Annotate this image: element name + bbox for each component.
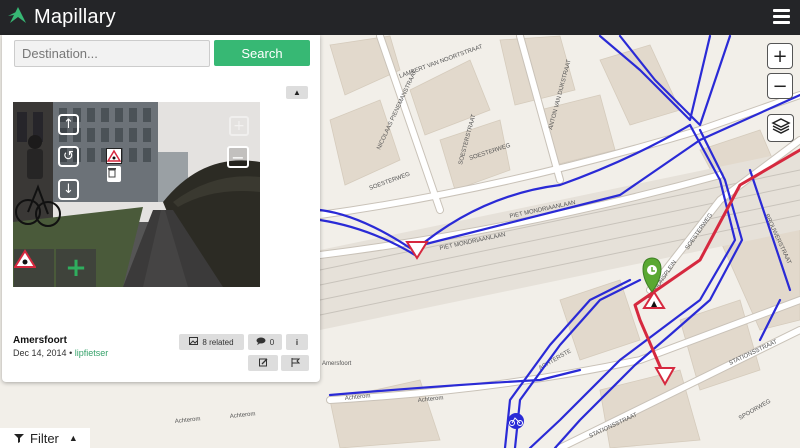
sign-detection-button[interactable] xyxy=(14,249,54,287)
capture-date: Dec 14, 2014 xyxy=(13,348,67,358)
brand[interactable]: Mapillary xyxy=(6,5,116,29)
arrow-up-icon: ↑ xyxy=(63,117,74,132)
location-title: Amersfoort xyxy=(13,335,67,346)
comment-count: 0 xyxy=(269,337,275,347)
top-bar: Mapillary xyxy=(0,0,800,35)
mapillary-logo-icon xyxy=(6,3,30,32)
move-backward-button[interactable]: ↓ xyxy=(58,179,79,200)
edit-button[interactable] xyxy=(248,355,278,371)
move-forward-button[interactable]: ↑ xyxy=(58,114,79,135)
bicycle-icon xyxy=(508,413,524,429)
app-title: Mapillary xyxy=(34,5,116,28)
street-photo-viewer[interactable]: ↑ ↺ ↓ + − + xyxy=(13,102,260,287)
edit-icon xyxy=(258,358,268,369)
info-button[interactable]: i xyxy=(286,334,308,350)
map-street-label: Amersfoort xyxy=(322,361,352,367)
zoom-out-label: − xyxy=(772,75,788,97)
rotate-icon: ↺ xyxy=(63,149,74,164)
image-zoom-in-label: + xyxy=(233,118,245,134)
trash-icon[interactable] xyxy=(107,166,121,182)
filter-label: Filter xyxy=(30,430,59,446)
search-button[interactable]: Search xyxy=(214,40,310,66)
image-zoom-in-button[interactable]: + xyxy=(229,116,249,136)
warning-sign-icon xyxy=(107,149,121,162)
side-panel: Search ▲ xyxy=(2,35,320,382)
detected-sign-box[interactable] xyxy=(106,148,122,164)
add-detection-button[interactable]: + xyxy=(56,249,96,287)
image-zoom-out-label: − xyxy=(231,147,245,167)
warning-sign-icon xyxy=(14,249,36,268)
related-label: 8 related xyxy=(202,337,234,347)
layers-button[interactable] xyxy=(767,114,794,142)
comments-button[interactable]: 0 xyxy=(248,334,282,350)
related-button[interactable]: 8 related xyxy=(179,334,244,350)
meta-separator: • xyxy=(69,348,73,358)
chevron-up-icon: ▲ xyxy=(293,88,301,97)
flag-icon xyxy=(291,357,300,369)
map-zoom-out-button[interactable]: − xyxy=(767,73,793,99)
flag-button[interactable] xyxy=(281,355,309,371)
location-meta: Dec 14, 2014 • lipfietser xyxy=(13,348,108,358)
arrow-down-icon: ↓ xyxy=(63,182,74,197)
filter-bar[interactable]: Filter ▲ xyxy=(0,428,90,448)
info-icon: i xyxy=(295,337,299,347)
destination-input[interactable] xyxy=(14,40,210,67)
filter-icon xyxy=(14,431,24,446)
rotate-button[interactable]: ↺ xyxy=(58,146,79,167)
image-zoom-out-button[interactable]: − xyxy=(227,146,249,168)
image-icon xyxy=(189,337,199,347)
map-zoom-in-button[interactable]: + xyxy=(767,43,793,69)
svg-text:▲: ▲ xyxy=(651,299,658,308)
layers-icon xyxy=(770,116,791,141)
chevron-up-icon: ▲ xyxy=(68,433,78,443)
username-link[interactable]: lipfietser xyxy=(75,348,109,358)
plus-icon: + xyxy=(65,253,87,283)
zoom-in-label: + xyxy=(772,45,788,67)
hamburger-icon[interactable] xyxy=(773,9,790,24)
collapse-panel-button[interactable]: ▲ xyxy=(286,86,308,99)
comment-icon xyxy=(256,337,266,347)
